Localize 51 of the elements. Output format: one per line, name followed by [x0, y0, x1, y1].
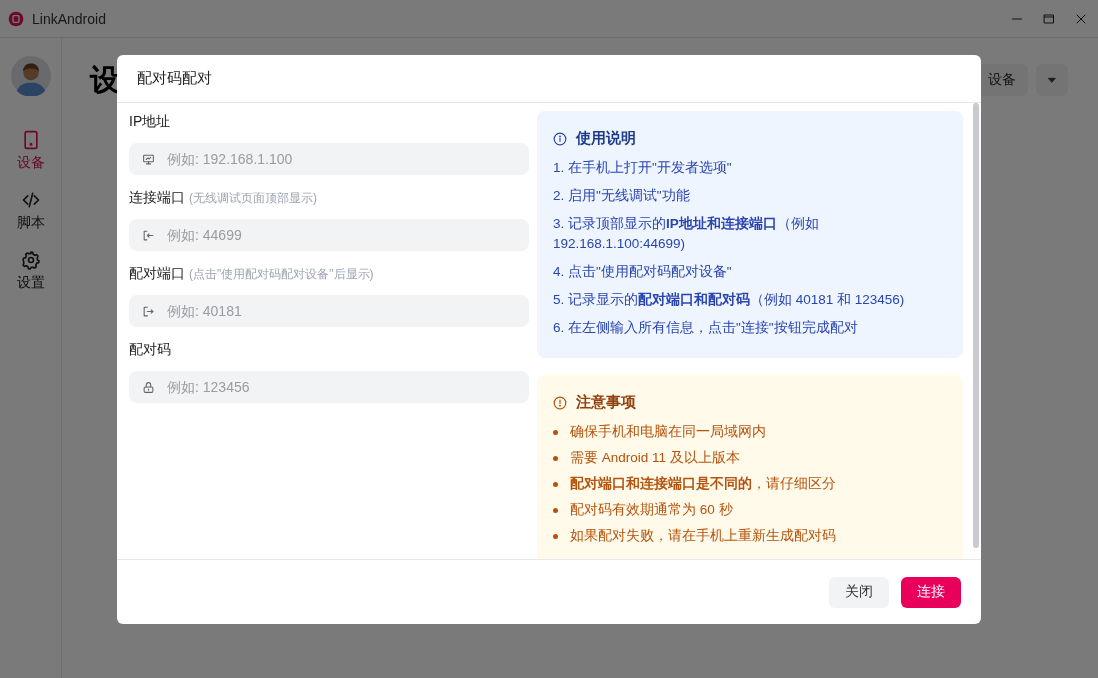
card-title: 注意事项: [576, 393, 636, 412]
instruction-step: 4. 点击"使用配对码配对设备": [553, 262, 933, 282]
note-text: 配对端口和连接端口是不同的，请仔细区分: [570, 475, 836, 493]
field-label: IP地址: [129, 113, 171, 131]
avatar-icon: [10, 56, 51, 96]
connect-button[interactable]: 连接: [901, 576, 961, 608]
logout-icon: [142, 304, 155, 318]
bullet-icon: [553, 507, 558, 513]
nav-item[interactable]: 脚本: [12, 188, 49, 234]
input-field[interactable]: 例如: 192.168.1.100: [129, 143, 529, 175]
caret-icon: [1047, 75, 1057, 85]
note-text: 配对码有效期通常为 60 秒: [570, 501, 733, 519]
field-hint: (点击"使用配对码配对设备"后显示): [189, 266, 374, 283]
field-hint: (无线调试页面顶部显示): [189, 190, 317, 207]
instruction-step: 3. 记录顶部显示的IP地址和连接端口（例如 192.168.1.100:44699): [553, 214, 933, 254]
input-field[interactable]: 例如: 40181: [129, 295, 529, 327]
input-field[interactable]: 例如: 123456: [129, 371, 529, 403]
note-text: 如果配对失败，请在手机上重新生成配对码: [570, 527, 836, 545]
window-title: LinkAndroid: [32, 10, 106, 27]
note-text: 需要 Android 11 及以上版本: [570, 449, 740, 467]
bullet-icon: [553, 481, 558, 487]
instruction-step: 2. 启用"无线调试"功能: [553, 186, 933, 206]
maximize-icon: [1043, 12, 1055, 25]
login-icon: [142, 228, 155, 242]
instruction-step: 5. 记录显示的配对端口和配对码（例如 40181 和 123456): [553, 290, 933, 310]
scrollbar-thumb[interactable]: [973, 103, 979, 548]
code-icon: [20, 190, 41, 210]
input-field[interactable]: 例如: 44699: [129, 219, 529, 251]
bullet-icon: [553, 455, 558, 461]
lock-icon: [142, 380, 155, 394]
page-heading: 设: [90, 61, 120, 98]
nav-item[interactable]: 设置: [12, 248, 49, 294]
bullet-icon: [553, 533, 558, 539]
alert-icon: [553, 395, 567, 410]
note-text: 确保手机和电脑在同一局域网内: [570, 423, 766, 441]
close-icon: [1075, 12, 1087, 25]
bullet-icon: [553, 429, 558, 435]
nav-item[interactable]: 设备: [12, 128, 49, 174]
monitor-icon: [142, 152, 155, 166]
settings-icon: [20, 250, 41, 270]
close-dialog-button[interactable]: 关闭: [829, 576, 889, 608]
card-title: 使用说明: [576, 129, 636, 148]
instruction-step: 1. 在手机上打开"开发者选项": [553, 158, 933, 178]
dialog-title: 配对码配对: [137, 69, 212, 88]
field-label: 连接端口: [129, 189, 185, 207]
field-label: 配对端口: [129, 265, 185, 283]
info-icon: [553, 131, 567, 146]
app-logo-icon: [8, 10, 24, 27]
dropdown-button[interactable]: [1036, 64, 1068, 96]
field-label: 配对码: [129, 341, 171, 359]
instruction-step: 6. 在左侧输入所有信息，点击"连接"按钮完成配对: [553, 318, 933, 338]
